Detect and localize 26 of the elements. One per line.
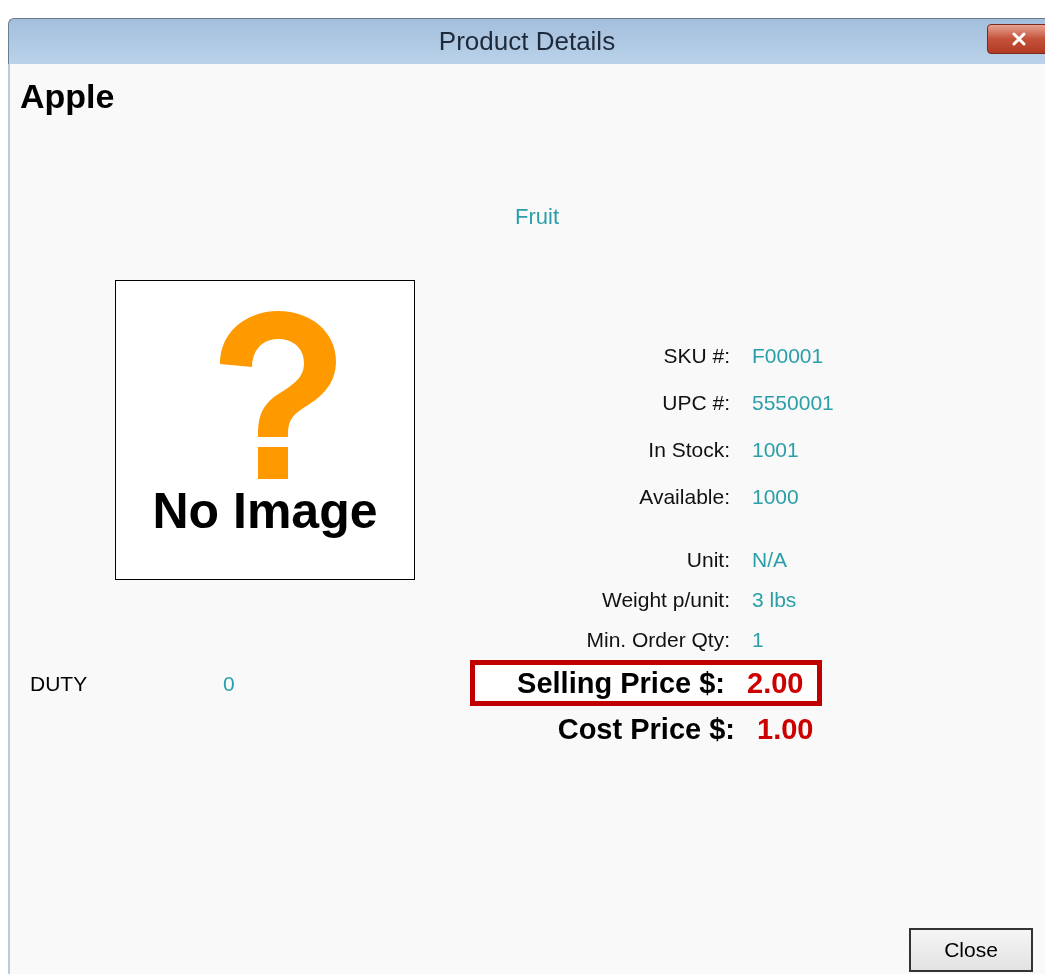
duty-label: DUTY [30, 672, 89, 696]
field-label: Cost Price $: [556, 712, 735, 746]
field-label: In Stock: [647, 437, 730, 462]
field-value: 1 [752, 628, 765, 652]
field-value: F00001 [752, 343, 825, 368]
field-label: Unit: [685, 548, 730, 572]
field-value: 5550001 [752, 390, 835, 415]
field-label: Selling Price $: [516, 666, 725, 700]
field-value: N/A [752, 548, 788, 572]
field-value: 1.00 [757, 712, 814, 746]
duty-value: 0 [223, 672, 235, 696]
product-category: Fruit [515, 204, 559, 229]
field-label: Available: [638, 484, 730, 509]
field-label: Weight p/unit: [600, 588, 730, 612]
no-image-text: No Image [152, 482, 378, 540]
field-label: SKU #: [662, 343, 730, 368]
field-value: 2.00 [747, 666, 805, 700]
window-title: Product Details [438, 26, 616, 57]
field-value: 1000 [752, 484, 800, 509]
field-label: Min. Order Qty: [585, 628, 730, 652]
field-label: UPC #: [661, 390, 730, 415]
close-button[interactable]: Close [909, 928, 1033, 972]
close-icon[interactable] [987, 24, 1045, 54]
field-value: 1001 [752, 437, 800, 462]
field-value: 3 lbs [752, 588, 798, 612]
product-name: Apple [20, 76, 116, 116]
